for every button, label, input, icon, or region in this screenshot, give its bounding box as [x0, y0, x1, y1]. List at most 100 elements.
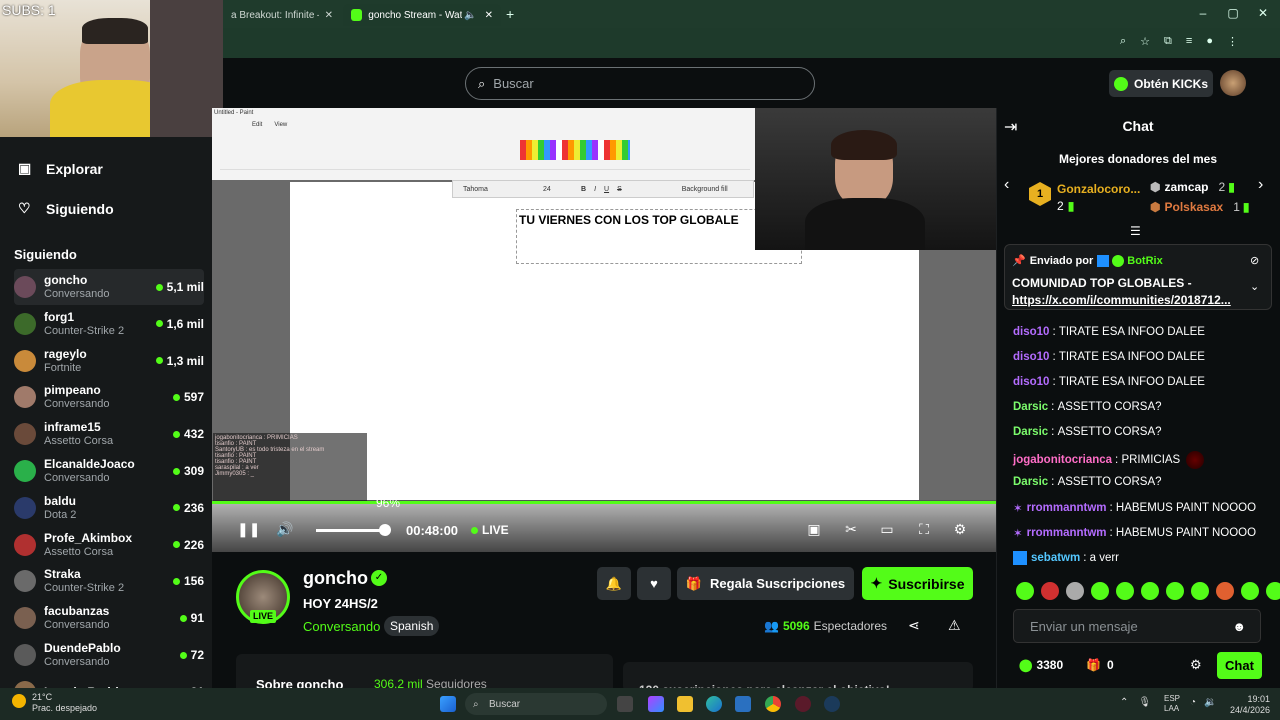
volume-slider-knob[interactable]	[379, 524, 392, 536]
channel-name[interactable]: goncho	[303, 568, 368, 589]
sidebar-nav-following[interactable]: ♡ Siguiendo	[18, 200, 114, 217]
minimize-button[interactable]: –	[1188, 6, 1218, 20]
speaker-icon[interactable]: 🔉	[1204, 697, 1216, 708]
sidebar-nav-explore[interactable]: ▣ Explorar	[18, 160, 103, 177]
chat-username[interactable]: diso10	[1013, 326, 1049, 338]
tab-goncho[interactable]: goncho Stream - Watch Live 🔈 ✕	[343, 4, 501, 26]
extensions-icon[interactable]: ⧉	[1164, 35, 1172, 48]
emote-icon[interactable]	[1066, 582, 1084, 600]
pause-button[interactable]: ❚❚	[237, 521, 260, 538]
chat-username[interactable]: sebatwm	[1031, 552, 1080, 564]
expand-pinned-icon[interactable]: ☰	[1130, 224, 1141, 238]
taskbar-search[interactable]: ⌕ Buscar	[465, 693, 607, 715]
share-button[interactable]: ⋖	[908, 617, 920, 634]
sidebar-channel-facubanzas[interactable]: facubanzas Conversando 91	[14, 600, 204, 636]
emote-icon[interactable]	[1216, 582, 1234, 600]
emote-icon[interactable]	[1116, 582, 1134, 600]
chat-username[interactable]: rrommanntwm	[1027, 502, 1107, 514]
sidebar-channel-straka[interactable]: Straka Counter-Strike 2 156	[14, 563, 204, 599]
store-icon[interactable]	[735, 696, 751, 712]
close-icon[interactable]: ✕	[485, 10, 493, 21]
emote-icon[interactable]	[1191, 582, 1209, 600]
send-chat-button[interactable]: Chat	[1217, 652, 1262, 679]
chat-username[interactable]: Darsic	[1013, 426, 1048, 438]
sidebar-channel-pimpeano[interactable]: pimpeano Conversando 597	[14, 379, 204, 415]
hide-pinned-button[interactable]: ⊘	[1250, 254, 1259, 267]
gift-counter[interactable]: 🎁 0	[1086, 658, 1114, 672]
sidebar-channel-forg1[interactable]: forg1 Counter-Strike 2 1,6 mil	[14, 306, 204, 342]
sidebar-channel-elcanaldejoaco[interactable]: ElcanaldeJoaco Conversando 309	[14, 453, 204, 489]
sidebar-channel-profe_akimbox[interactable]: Profe_Akimbox Assetto Corsa 226	[14, 527, 204, 563]
notify-button[interactable]: 🔔	[597, 567, 631, 600]
maximize-button[interactable]: ▢	[1218, 6, 1248, 20]
gift-subs-button[interactable]: 🎁 Regala Suscripciones	[677, 567, 854, 600]
kick-favicon-icon	[351, 9, 363, 21]
donors-prev-button[interactable]: ‹	[1004, 176, 1009, 194]
chat-username[interactable]: rrommanntwm	[1027, 527, 1107, 539]
theater-mode-button[interactable]: ▭	[877, 521, 897, 538]
clip-button[interactable]: ✂	[841, 521, 861, 538]
tray-expand-icon[interactable]: ⌃	[1120, 697, 1128, 708]
volume-button[interactable]: 🔊	[275, 521, 295, 538]
chat-settings-button[interactable]: ⚙	[1190, 657, 1202, 673]
stream-category[interactable]: Conversando	[303, 619, 380, 634]
sidebar-channel-inframe15[interactable]: inframe15 Assetto Corsa 432	[14, 416, 204, 452]
emote-icon[interactable]	[1166, 582, 1184, 600]
taskbar-clock[interactable]: 19:01 24/4/2026	[1218, 694, 1270, 716]
file-explorer-icon[interactable]	[677, 696, 693, 712]
miniplayer-button[interactable]: ▣	[804, 521, 824, 538]
chat-username[interactable]: Darsic	[1013, 401, 1048, 413]
search-input[interactable]: ⌕ Buscar	[465, 67, 815, 100]
report-button[interactable]: ⚠	[948, 617, 961, 634]
pinned-message-link[interactable]: https://x.com/i/communities/2018712...	[1012, 293, 1231, 307]
bookmark-star-icon[interactable]: ☆	[1140, 35, 1150, 48]
sidebar-channel-rageylo[interactable]: rageylo Fortnite 1,3 mil	[14, 343, 204, 379]
weather-widget[interactable]: 21°C Prac. despejado	[32, 692, 97, 714]
menu-icon[interactable]: ⋮	[1227, 35, 1238, 48]
emote-icon[interactable]	[1241, 582, 1259, 600]
chat-username[interactable]: jogabonitocrianca	[1013, 454, 1112, 466]
get-kicks-button[interactable]: Obtén KICKs	[1109, 70, 1213, 97]
fullscreen-button[interactable]: ⛶	[914, 521, 934, 538]
edge-icon[interactable]	[706, 696, 722, 712]
chat-input[interactable]: Enviar un mensaje ☻	[1013, 609, 1261, 643]
donors-next-button[interactable]: ›	[1258, 176, 1263, 194]
subscribe-button[interactable]: ✦ Suscribirse	[862, 567, 973, 600]
wifi-icon[interactable]: ◔	[1190, 697, 1196, 708]
sidebar-channel-baldu[interactable]: baldu Dota 2 236	[14, 490, 204, 526]
steam-icon[interactable]	[824, 696, 840, 712]
windows-start-icon[interactable]	[440, 696, 456, 712]
app-icon[interactable]	[795, 696, 811, 712]
media-icon[interactable]: ≡	[1186, 35, 1192, 48]
task-view-icon[interactable]	[617, 696, 633, 712]
emoji-icon[interactable]: ☻	[1232, 619, 1246, 634]
chat-username[interactable]: diso10	[1013, 351, 1049, 363]
mic-icon[interactable]: 🎙	[1138, 697, 1151, 708]
sidebar-channel-duendepablo[interactable]: DuendePablo Conversando 72	[14, 637, 204, 673]
zoom-icon[interactable]: ⌕	[1120, 35, 1126, 48]
video-progress-bar[interactable]	[212, 501, 996, 504]
tab-breakout[interactable]: a Breakout: Infinite – 13 M ✕	[223, 4, 341, 26]
mute-icon[interactable]: 🔈	[464, 10, 476, 21]
close-icon[interactable]: ✕	[325, 10, 333, 21]
sidebar-channel-goncho[interactable]: goncho Conversando 5,1 mil	[14, 269, 204, 305]
emote-icon[interactable]	[1266, 582, 1280, 600]
copilot-icon[interactable]	[648, 696, 664, 712]
close-window-button[interactable]: ✕	[1248, 6, 1278, 20]
profile-icon[interactable]: ●	[1206, 35, 1213, 48]
user-avatar[interactable]	[1220, 70, 1246, 96]
new-tab-button[interactable]: +	[506, 6, 514, 22]
emote-icon[interactable]	[1041, 582, 1059, 600]
follow-button[interactable]: ♥	[637, 567, 671, 600]
chrome-icon[interactable]	[765, 696, 781, 712]
kick-points[interactable]: ⬤ 3380	[1019, 658, 1063, 672]
emote-icon[interactable]	[1091, 582, 1109, 600]
emote-icon[interactable]	[1016, 582, 1034, 600]
settings-button[interactable]: ⚙	[950, 521, 970, 538]
language-indicator[interactable]: ESP LAA	[1164, 694, 1180, 714]
chat-username[interactable]: Darsic	[1013, 476, 1048, 488]
live-indicator[interactable]: LIVE	[471, 523, 509, 537]
emote-icon[interactable]	[1141, 582, 1159, 600]
chat-username[interactable]: diso10	[1013, 376, 1049, 388]
stream-tag[interactable]: Spanish	[384, 616, 440, 636]
